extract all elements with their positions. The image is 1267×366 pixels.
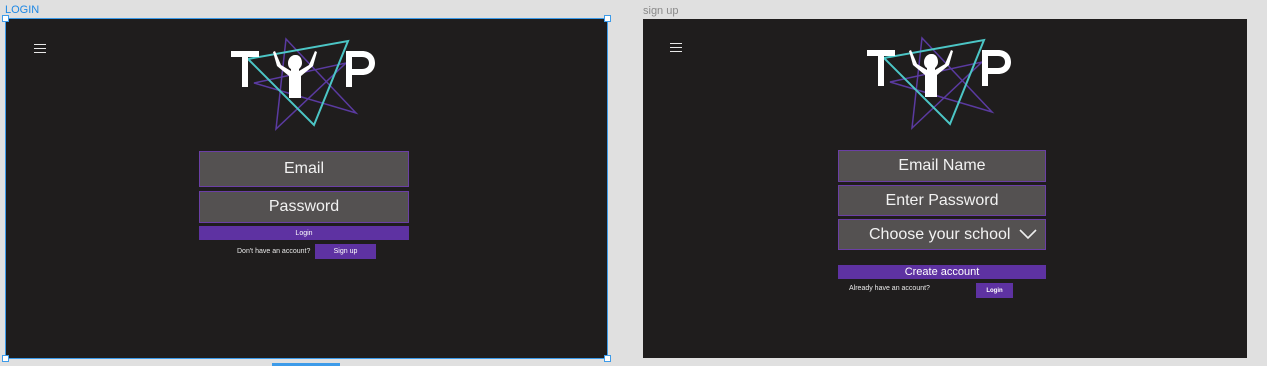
frame-label-login[interactable]: LOGIN <box>5 4 39 16</box>
school-select[interactable]: Choose your school <box>838 219 1046 250</box>
email-field[interactable]: Email <box>199 151 409 187</box>
signup-frame[interactable]: Email Name Enter Password Choose your sc… <box>643 19 1247 358</box>
no-account-text: Don't have an account? <box>237 248 311 255</box>
chevron-down-icon[interactable] <box>1019 228 1037 240</box>
school-select-label: Choose your school <box>869 225 1011 243</box>
login-button[interactable]: Login <box>199 226 409 240</box>
menu-icon[interactable] <box>670 43 684 53</box>
signup-button[interactable]: Sign up <box>315 244 376 259</box>
email-name-field[interactable]: Email Name <box>838 150 1046 182</box>
password-field-label: Password <box>268 198 340 215</box>
menu-icon[interactable] <box>34 44 48 54</box>
resize-handle-bottom-right[interactable] <box>604 355 611 362</box>
email-name-field-label: Email Name <box>898 157 986 174</box>
logo-icon <box>867 36 1011 130</box>
resize-handle-bottom-left[interactable] <box>2 355 9 362</box>
login-frame[interactable]: Email Password Login Don't have an accou… <box>5 18 608 359</box>
enter-password-field[interactable]: Enter Password <box>838 185 1046 216</box>
frame-label-signup[interactable]: sign up <box>643 5 678 17</box>
resize-handle-top-right[interactable] <box>604 15 611 22</box>
resize-handle-top-left[interactable] <box>2 15 9 22</box>
have-account-text: Already have an account? <box>849 285 930 292</box>
login-link-button[interactable]: Login <box>976 283 1013 298</box>
logo-icon <box>231 37 375 131</box>
create-account-button[interactable]: Create account <box>838 265 1046 279</box>
password-field[interactable]: Password <box>199 191 409 223</box>
email-field-label: Email <box>283 160 324 177</box>
enter-password-field-label: Enter Password <box>885 191 999 209</box>
